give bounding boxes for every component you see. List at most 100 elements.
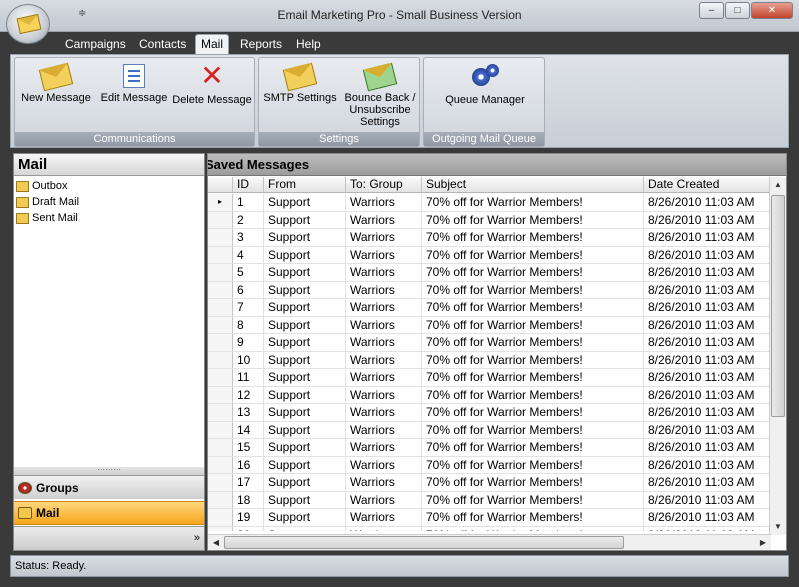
cell-id: 15 <box>233 439 264 456</box>
nav-button-mail[interactable]: Mail <box>14 501 204 525</box>
table-row[interactable]: 18 Support Warriors 70% off for Warrior Mem… <box>208 491 771 509</box>
table-row[interactable]: 2 Support Warriors 70% off for Warrior Memb… <box>208 211 771 229</box>
table-row[interactable]: 10 Support Warriors 70% off for Warrior Mem… <box>208 351 771 369</box>
cell-subject: 70% off for Warrior Members! <box>422 491 644 508</box>
table-row[interactable]: 12 Support Warriors 70% off for Warrior Mem… <box>208 386 771 404</box>
table-row[interactable]: 15 Support Warriors 70% off for Warrior Mem… <box>208 439 771 457</box>
grid-title: Saved Messages <box>208 154 786 176</box>
window-title: Email Marketing Pro - Small Business Ver… <box>277 8 522 22</box>
vertical-scroll-thumb[interactable] <box>771 195 785 417</box>
column-header-date-created[interactable]: Date Created <box>644 177 771 192</box>
table-row[interactable]: 16 Support Warriors 70% off for Warrior Mem… <box>208 456 771 474</box>
row-selector[interactable] <box>208 281 233 298</box>
table-row[interactable]: ▸ 1 Support Warriors 70% off for Warrior Mem… <box>208 194 771 212</box>
gears-icon <box>470 62 500 90</box>
row-selector[interactable] <box>208 299 233 316</box>
cell-id: 18 <box>233 491 264 508</box>
cell-id: 4 <box>233 246 264 263</box>
row-selector[interactable] <box>208 526 233 531</box>
column-header-to-group[interactable]: To: Group <box>346 177 422 192</box>
tab-campaigns[interactable]: Campaigns <box>65 36 126 54</box>
application-menu-orb[interactable] <box>6 4 50 44</box>
horizontal-scroll-thumb[interactable] <box>224 536 624 549</box>
table-row[interactable]: 17 Support Warriors 70% off for Warrior Mem… <box>208 474 771 492</box>
cell-date-created: 8/26/2010 11:03 AM <box>644 404 771 421</box>
table-row[interactable]: 4 Support Warriors 70% off for Warrior Memb… <box>208 246 771 264</box>
delete-message-label: Delete Message <box>172 94 252 106</box>
tree-item-draft-mail[interactable]: Draft Mail <box>14 194 204 210</box>
table-row[interactable]: 8 Support Warriors 70% off for Warrior Memb… <box>208 316 771 334</box>
vertical-scrollbar[interactable]: ▲ ▼ <box>769 177 786 535</box>
bounce-back-settings-button[interactable]: Bounce Back / Unsubscribe Settings <box>341 62 419 128</box>
row-selector[interactable] <box>208 229 233 246</box>
edit-message-label: Edit Message <box>100 92 168 104</box>
cell-subject: 70% off for Warrior Members! <box>422 316 644 333</box>
row-selector[interactable] <box>208 386 233 403</box>
configure-buttons-chevron-icon[interactable]: » <box>194 532 200 544</box>
table-row[interactable]: 13 Support Warriors 70% off for Warrior Mem… <box>208 404 771 422</box>
cell-to-group: Warriors <box>346 211 422 228</box>
scroll-down-arrow-icon[interactable]: ▼ <box>770 519 786 535</box>
table-row[interactable]: 14 Support Warriors 70% off for Warrior Mem… <box>208 421 771 439</box>
cell-to-group: Warriors <box>346 526 422 531</box>
close-button[interactable]: ✕ <box>751 2 793 19</box>
scroll-right-arrow-icon[interactable]: ▶ <box>755 535 771 550</box>
row-selector[interactable] <box>208 491 233 508</box>
cell-date-created: 8/26/2010 11:03 AM <box>644 281 771 298</box>
scroll-up-arrow-icon[interactable]: ▲ <box>770 177 786 193</box>
row-selector[interactable] <box>208 351 233 368</box>
row-selector[interactable] <box>208 439 233 456</box>
queue-manager-button[interactable]: Queue Manager <box>434 62 536 106</box>
row-selector[interactable] <box>208 246 233 263</box>
envelope-icon <box>16 13 42 35</box>
row-selector[interactable] <box>208 316 233 333</box>
saved-messages-panel: Saved Messages ID From To: Group Subject… <box>207 153 787 551</box>
cell-to-group: Warriors <box>346 404 422 421</box>
row-selector[interactable] <box>208 404 233 421</box>
pane-splitter[interactable]: ⋯⋯⋯ <box>14 466 204 475</box>
cell-date-created: 8/26/2010 11:03 AM <box>644 369 771 386</box>
cell-from: Support <box>264 491 346 508</box>
tab-mail[interactable]: Mail <box>195 34 230 54</box>
table-row[interactable]: 20SupportWarriors70% off for Warrior Mem… <box>208 526 771 531</box>
row-selector[interactable] <box>208 509 233 526</box>
row-selector[interactable] <box>208 421 233 438</box>
row-selector[interactable] <box>208 456 233 473</box>
table-row[interactable]: 3 Support Warriors 70% off for Warrior Memb… <box>208 229 771 247</box>
table-row[interactable]: 6 Support Warriors 70% off for Warrior Memb… <box>208 281 771 299</box>
table-row[interactable]: 11 Support Warriors 70% off for Warrior Mem… <box>208 369 771 387</box>
scroll-left-arrow-icon[interactable]: ◀ <box>208 535 224 550</box>
table-row[interactable]: 9 Support Warriors 70% off for Warrior Memb… <box>208 334 771 352</box>
edit-message-button[interactable]: Edit Message <box>97 62 171 104</box>
minimize-button[interactable]: – <box>699 2 724 19</box>
table-row[interactable]: 7 Support Warriors 70% off for Warrior Memb… <box>208 299 771 317</box>
table-row[interactable]: 5 Support Warriors 70% off for Warrior Memb… <box>208 264 771 282</box>
tab-contacts[interactable]: Contacts <box>139 36 186 54</box>
row-selector[interactable] <box>208 211 233 228</box>
table-row[interactable]: 19 Support Warriors 70% off for Warrior Mem… <box>208 509 771 527</box>
horizontal-scrollbar[interactable]: ◀ ▶ <box>208 534 771 550</box>
cell-id: 6 <box>233 281 264 298</box>
smtp-settings-button[interactable]: SMTP Settings <box>261 62 339 104</box>
tree-item-sent-mail[interactable]: Sent Mail <box>14 210 204 226</box>
column-header-from[interactable]: From <box>264 177 346 192</box>
new-message-button[interactable]: New Message <box>19 62 93 104</box>
row-selector[interactable] <box>208 369 233 386</box>
nav-button-groups[interactable]: Groups <box>14 475 204 499</box>
tree-item-label: Sent Mail <box>32 212 78 224</box>
delete-message-button[interactable]: ✕ Delete Message <box>171 60 253 107</box>
tab-reports[interactable]: Reports <box>240 36 282 54</box>
maximize-button[interactable]: □ <box>725 2 750 19</box>
column-header-id[interactable]: ID <box>233 177 264 192</box>
cell-id: 17 <box>233 474 264 491</box>
row-selector[interactable]: ▸ <box>208 194 233 211</box>
row-selector[interactable] <box>208 264 233 281</box>
column-header-subject[interactable]: Subject <box>422 177 644 192</box>
row-selector[interactable] <box>208 474 233 491</box>
tab-help[interactable]: Help <box>296 36 321 54</box>
row-selector[interactable] <box>208 334 233 351</box>
tree-item-outbox[interactable]: Outbox <box>14 178 204 194</box>
delete-x-icon: ✕ <box>200 60 224 91</box>
cell-to-group: Warriors <box>346 351 422 368</box>
bounce-back-icon <box>362 62 398 92</box>
